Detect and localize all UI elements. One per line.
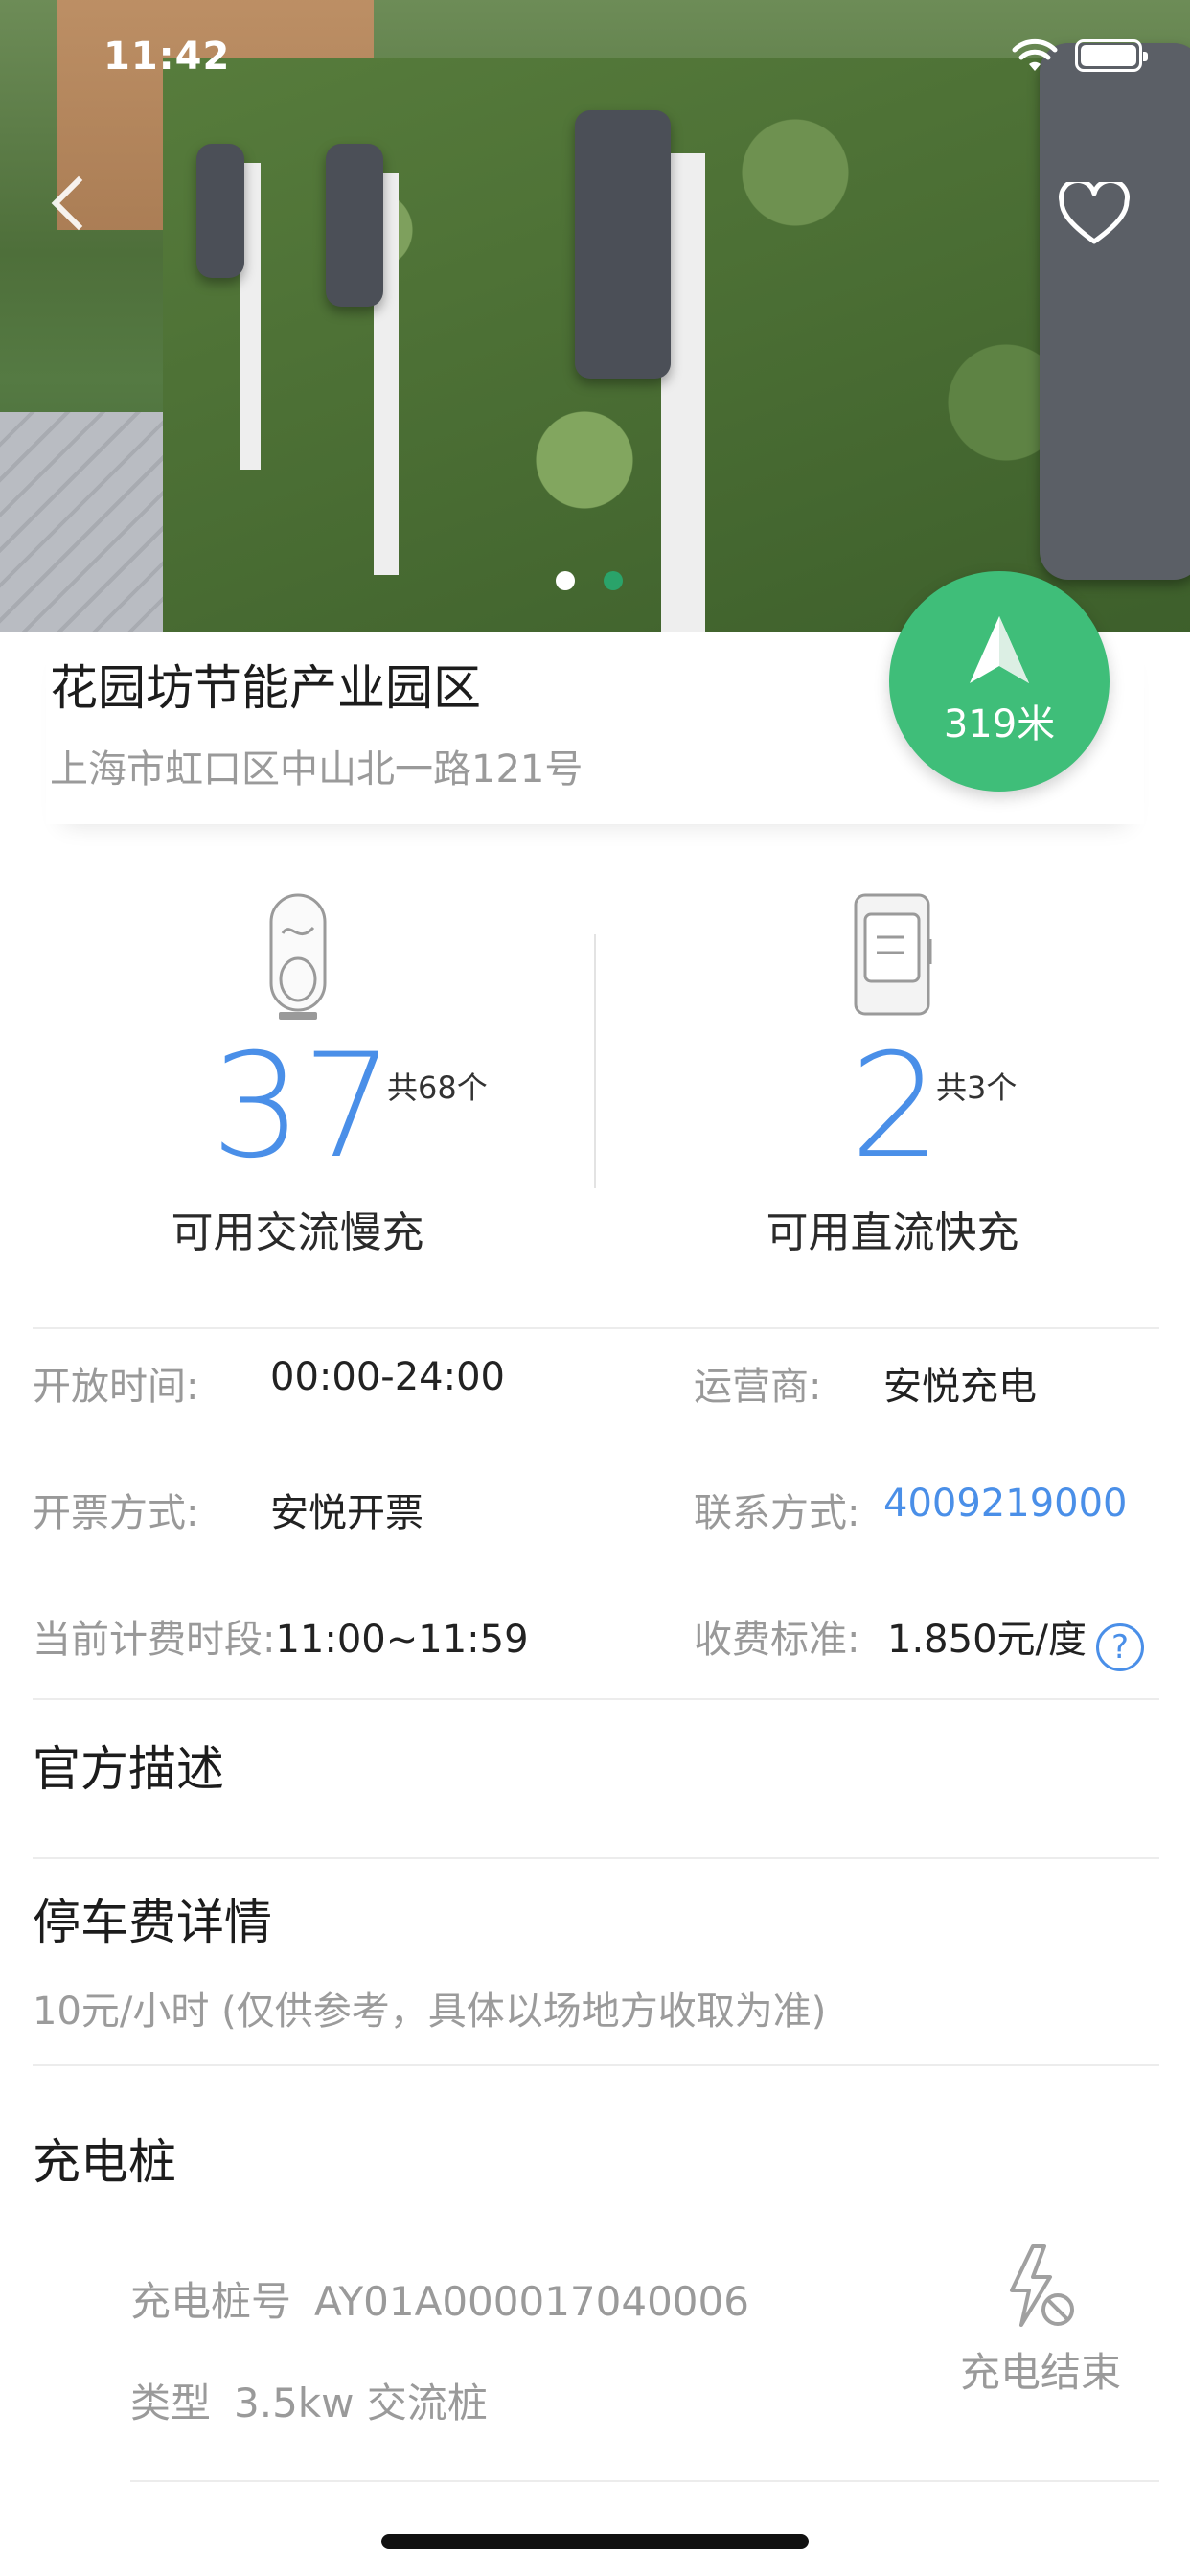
ac-available-count: 37 <box>211 1024 394 1190</box>
contact-value-wrap: 4009219000 <box>883 1482 1128 1526</box>
open-hours: 开放时间: <box>33 1355 198 1411</box>
charger-id-value: AY01A000017040006 <box>314 2278 749 2325</box>
carousel-dot-active[interactable] <box>556 571 575 590</box>
carousel-indicator <box>556 571 623 590</box>
fee-label: 收费标准: <box>694 1618 860 1662</box>
invoice-value: 安悦开票 <box>270 1491 423 1535</box>
invoice-value-wrap: 安悦开票 <box>270 1482 423 1537</box>
station-photo-carousel[interactable]: 11:42 <box>0 0 1190 632</box>
photo-charger <box>1040 43 1190 580</box>
parking-fee-description: 10元/小时 (仅供参考，具体以场地方收取为准) <box>33 1990 827 2034</box>
divider <box>33 2064 1159 2066</box>
divider <box>33 1327 1159 1329</box>
dc-label: 可用直流快充 <box>766 1208 1019 1257</box>
ac-availability: 37 共68个 可用交流慢充 <box>0 872 595 1257</box>
charger-type-line: 类型 3.5kw 交流桩 <box>130 2371 488 2429</box>
ac-charger-icon <box>269 893 326 1020</box>
charger-status: 充电结束 <box>945 2242 1136 2399</box>
parking-section-title: 停车费详情 <box>33 1895 272 1950</box>
photo-charger <box>196 144 244 278</box>
charger-type-label: 类型 <box>130 2380 212 2426</box>
wifi-icon <box>1012 38 1058 71</box>
photo-charger <box>575 110 671 379</box>
invoice-label: 开票方式: <box>33 1491 199 1535</box>
open-hours-label: 开放时间: <box>33 1365 199 1409</box>
fee-value: 1.850元/度 <box>887 1618 1087 1662</box>
navigate-button[interactable]: 319米 <box>889 571 1110 792</box>
dc-available-count: 2 <box>850 1024 942 1190</box>
status-icons <box>1012 38 1148 73</box>
operator: 运营商: <box>694 1355 821 1411</box>
station-name: 花园坊节能产业园区 <box>50 660 481 716</box>
divider <box>130 2480 1159 2482</box>
charger-type-value: 3.5kw 交流桩 <box>234 2380 488 2426</box>
home-indicator[interactable] <box>381 2534 809 2549</box>
ac-label: 可用交流慢充 <box>171 1208 424 1257</box>
chargers-section-title: 充电桩 <box>33 2134 176 2190</box>
station-address: 上海市虹口区中山北一路121号 <box>50 748 584 792</box>
navigate-distance: 319米 <box>943 702 1056 747</box>
divider <box>33 1698 1159 1700</box>
heart-outline-icon[interactable] <box>1058 182 1131 245</box>
fee: 收费标准: <box>694 1608 859 1664</box>
ac-total: 共68个 <box>387 1070 488 1106</box>
divider <box>33 1857 1159 1859</box>
charger-id-label: 充电桩号 <box>130 2278 292 2325</box>
charge-ended-icon <box>1010 2244 1074 2327</box>
battery-icon <box>1075 39 1148 72</box>
charger-status-text: 充电结束 <box>959 2349 1121 2396</box>
dc-charger-icon <box>854 893 931 1016</box>
dc-total: 共3个 <box>936 1070 1018 1106</box>
navigation-arrow-icon <box>970 616 1029 683</box>
charger-list-item[interactable]: 充电桩号 AY01A000017040006 类型 3.5kw 交流桩 充电结束 <box>130 2242 1159 2482</box>
dc-availability: 2 共3个 可用直流快充 <box>595 872 1190 1257</box>
contact-phone-link[interactable]: 4009219000 <box>883 1482 1128 1526</box>
period-label: 当前计费时段: <box>33 1618 276 1662</box>
open-hours-value: 00:00-24:00 <box>270 1355 505 1399</box>
contact-label: 联系方式: <box>694 1491 860 1535</box>
billing-period: 当前计费时段:11:00~11:59 <box>33 1608 529 1664</box>
operator-label: 运营商: <box>694 1365 822 1409</box>
open-hours-value-wrap: 00:00-24:00 <box>270 1355 505 1399</box>
photo-charger <box>326 144 383 307</box>
carousel-dot[interactable] <box>604 571 623 590</box>
contact: 联系方式: <box>694 1482 859 1537</box>
charger-id-line: 充电桩号 AY01A000017040006 <box>130 2269 749 2328</box>
operator-value-wrap: 安悦充电 <box>883 1355 1037 1411</box>
invoice: 开票方式: <box>33 1482 198 1537</box>
fee-value-wrap: 1.850元/度? <box>887 1608 1144 1671</box>
period-value: 11:00~11:59 <box>275 1618 529 1662</box>
operator-value: 安悦充电 <box>883 1365 1037 1409</box>
description-section-title[interactable]: 官方描述 <box>33 1731 224 1800</box>
question-circle-icon[interactable]: ? <box>1096 1623 1144 1671</box>
status-time: 11:42 <box>103 34 231 79</box>
